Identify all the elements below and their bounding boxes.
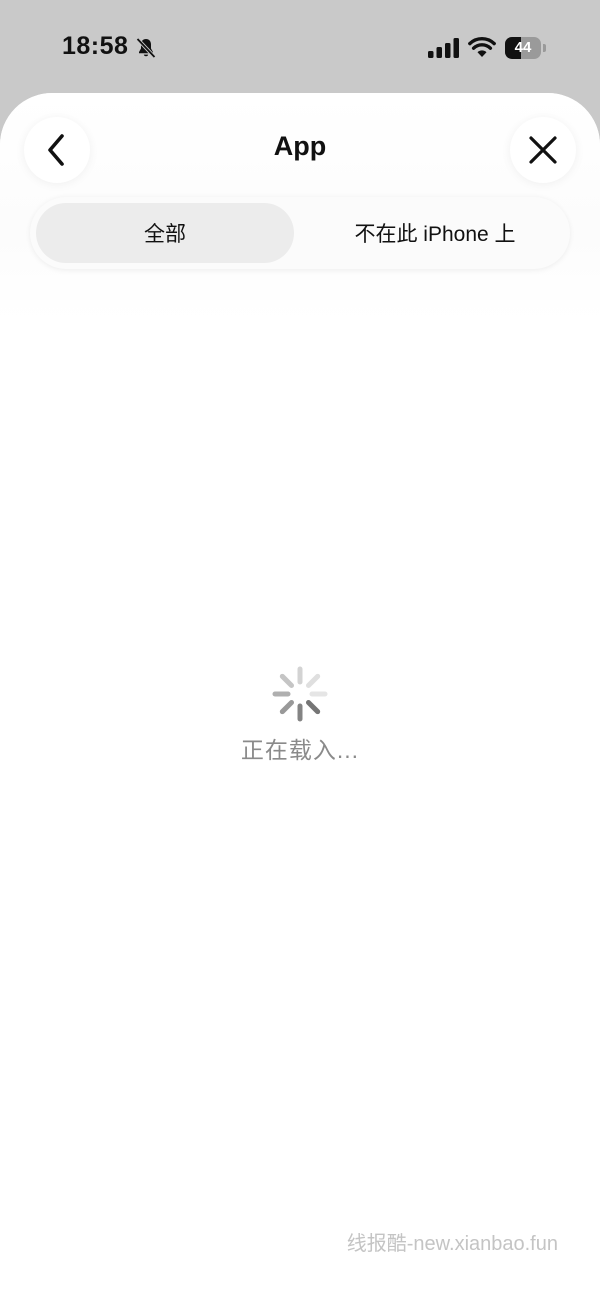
segmented-control: 全部 不在此 iPhone 上 [30,197,570,269]
spinner-spoke [279,699,295,715]
app-sheet: App 全部 不在此 iPhone 上 正在载入... 线报酷-new.xian… [0,93,600,1304]
spinner-spoke [305,699,321,715]
close-button[interactable] [510,117,576,183]
status-bar: 18:58 44 [0,0,600,96]
bell-muted-icon [136,37,156,59]
spinner-spoke [305,673,321,689]
loading-text: 正在载入... [240,737,360,763]
back-button[interactable] [24,117,90,183]
status-time: 18:58 [62,32,129,60]
battery-level: 44 [514,39,532,56]
page-title: App [273,131,327,161]
spinner-spoke [279,673,295,689]
close-icon [529,136,557,164]
watermark: 线报酷-new.xianbao.fun [346,1233,558,1255]
tab-not-on-this-iphone[interactable]: 不在此 iPhone 上 [306,203,564,263]
tab-not-on-this-iphone-label: 不在此 iPhone 上 [354,223,516,246]
tab-all-label: 全部 [144,223,186,246]
cellular-signal-icon [428,38,459,58]
tab-all[interactable]: 全部 [36,203,294,263]
chevron-left-icon [48,134,64,166]
spinner-icon [272,666,328,722]
battery-icon: 44 [505,37,546,59]
wifi-icon [468,36,496,57]
